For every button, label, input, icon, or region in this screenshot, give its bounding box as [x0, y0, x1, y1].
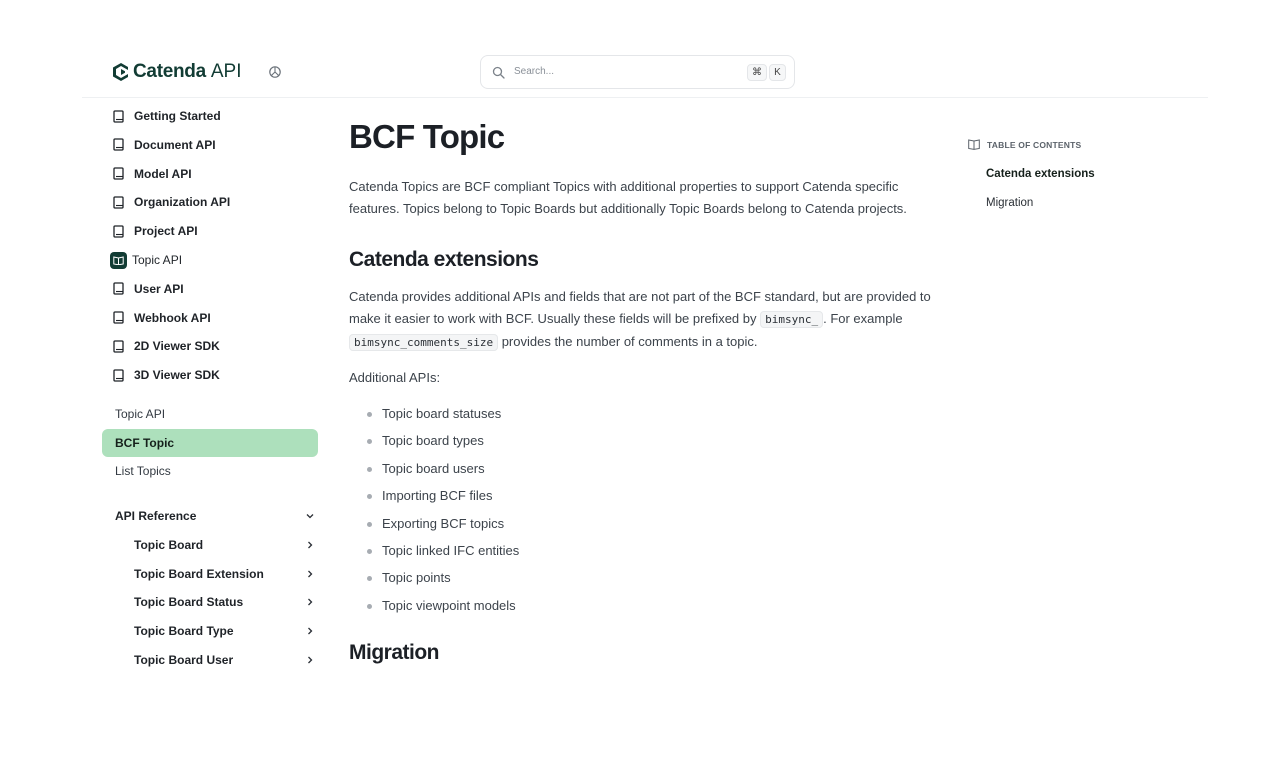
- toc-title-label: TABLE OF CONTENTS: [987, 139, 1082, 150]
- extensions-paragraph: Catenda provides additional APIs and fie…: [349, 286, 944, 354]
- chevron-down-icon: [306, 514, 314, 519]
- extensions-text-2: . For example: [823, 311, 903, 326]
- book-icon: [113, 196, 124, 209]
- book-icon: [113, 340, 124, 353]
- toc-title: TABLE OF CONTENTS: [968, 139, 1188, 150]
- sidebar-item-label: 3D Viewer SDK: [134, 368, 220, 383]
- inline-code-prefix: bimsync_: [760, 311, 824, 328]
- sidebar-item-model-api[interactable]: Model API: [112, 164, 192, 184]
- toc-link-migration[interactable]: Migration: [986, 197, 1033, 209]
- sidebar-item-label: Webhook API: [134, 310, 211, 325]
- chevron-right-icon: [308, 598, 313, 606]
- book-icon: [113, 311, 124, 324]
- page-frame: Catenda API Search... ⌘ K Getting Starte…: [82, 48, 1208, 680]
- reference-item-topic-board-status[interactable]: Topic Board Status: [134, 592, 315, 612]
- reference-item-label: Topic Board Extension: [134, 566, 264, 581]
- sidebar-page-topic-api[interactable]: Topic API: [102, 400, 318, 428]
- brand-name: Catenda: [133, 61, 206, 82]
- open-book-icon: [968, 139, 980, 150]
- sidebar-page-list-topics[interactable]: List Topics: [102, 457, 318, 485]
- toc-link-catenda-extensions[interactable]: Catenda extensions: [986, 168, 1095, 180]
- sidebar-page-bcf-topic[interactable]: BCF Topic: [102, 429, 318, 457]
- sidebar-item-label: Project API: [134, 224, 198, 239]
- sidebar-item-label: User API: [134, 281, 184, 296]
- reference-item-topic-board[interactable]: Topic Board: [134, 535, 315, 555]
- catenda-logo-icon: [113, 63, 128, 81]
- search-icon: [492, 66, 505, 79]
- list-item: Topic viewpoint models: [367, 597, 519, 624]
- open-book-icon: [110, 251, 127, 269]
- sidebar-item-2d-viewer-sdk[interactable]: 2D Viewer SDK: [112, 336, 220, 356]
- reference-item-topic-board-user[interactable]: Topic Board User: [134, 650, 315, 670]
- list-item: Topic board types: [367, 432, 519, 459]
- sidebar-item-webhook-api[interactable]: Webhook API: [112, 308, 211, 328]
- extensions-text-3: provides the number of comments in a top…: [498, 334, 758, 349]
- list-item: Exporting BCF topics: [367, 515, 519, 542]
- intro-paragraph: Catenda Topics are BCF compliant Topics …: [349, 179, 907, 216]
- reference-item-label: Topic Board: [134, 537, 204, 552]
- sidebar-item-getting-started[interactable]: Getting Started: [112, 106, 221, 126]
- catenda-logo[interactable]: Catenda API: [112, 60, 242, 84]
- additional-apis-list: Topic board statuses Topic board types T…: [367, 405, 519, 624]
- top-header: Catenda API Search... ⌘ K: [82, 48, 1208, 98]
- shortcut-key-k: K: [769, 64, 786, 81]
- search-placeholder: Search...: [514, 66, 555, 77]
- list-item: Topic points: [367, 569, 519, 596]
- table-of-contents: TABLE OF CONTENTS Catenda extensions Mig…: [968, 139, 1188, 209]
- list-item: Topic board statuses: [367, 405, 519, 432]
- chevron-right-icon: [308, 541, 313, 549]
- sidebar-page-label: Topic API: [115, 407, 166, 421]
- book-icon: [113, 109, 124, 123]
- reference-item-topic-board-type[interactable]: Topic Board Type: [134, 621, 315, 641]
- chevron-right-icon: [308, 570, 313, 578]
- chevron-right-icon: [308, 627, 313, 635]
- sidebar-item-topic-api[interactable]: Topic API: [110, 250, 183, 270]
- sidebar-item-project-api[interactable]: Project API: [112, 221, 198, 241]
- chevron-right-icon: [308, 656, 313, 664]
- sidebar-item-document-api[interactable]: Document API: [112, 135, 216, 155]
- additional-apis-label: Additional APIs:: [349, 370, 441, 385]
- sidebar-page-label: BCF Topic: [115, 436, 175, 450]
- sidebar-item-organization-api[interactable]: Organization API: [112, 192, 230, 212]
- sidebar-item-label: Topic API: [132, 253, 183, 267]
- book-icon: [113, 225, 124, 238]
- reference-item-label: Topic Board Type: [134, 624, 234, 639]
- brand-suffix: API: [210, 61, 242, 82]
- list-item: Topic linked IFC entities: [367, 542, 519, 569]
- sidebar-item-label: Getting Started: [134, 109, 221, 123]
- book-icon: [113, 369, 124, 382]
- sidebar-item-label: Model API: [134, 166, 192, 181]
- theme-toggle-icon[interactable]: [268, 65, 282, 79]
- book-icon: [113, 138, 124, 151]
- section-heading-migration: Migration: [349, 641, 440, 664]
- sidebar-item-label: Document API: [134, 137, 216, 152]
- list-item: Importing BCF files: [367, 487, 519, 514]
- shortcut-key-command: ⌘: [747, 64, 767, 81]
- api-reference-label: API Reference: [115, 509, 197, 523]
- book-icon: [113, 167, 124, 180]
- section-heading-catenda-extensions: Catenda extensions: [349, 248, 539, 271]
- list-item: Topic board users: [367, 460, 519, 487]
- page-title: BCF Topic: [349, 118, 505, 155]
- search-box[interactable]: Search... ⌘ K: [480, 55, 795, 89]
- book-icon: [113, 282, 124, 295]
- reference-item-label: Topic Board Status: [134, 595, 244, 610]
- sidebar-item-3d-viewer-sdk[interactable]: 3D Viewer SDK: [112, 365, 220, 385]
- inline-code-comments-size: bimsync_comments_size: [349, 334, 499, 351]
- sidebar-item-label: 2D Viewer SDK: [134, 339, 220, 354]
- sidebar-item-label: Organization API: [134, 195, 231, 210]
- reference-item-topic-board-extension[interactable]: Topic Board Extension: [134, 564, 315, 584]
- sidebar-item-user-api[interactable]: User API: [112, 279, 184, 299]
- reference-item-label: Topic Board User: [134, 653, 234, 667]
- api-reference-toggle[interactable]: API Reference: [115, 506, 315, 526]
- sidebar-page-label: List Topics: [115, 464, 171, 478]
